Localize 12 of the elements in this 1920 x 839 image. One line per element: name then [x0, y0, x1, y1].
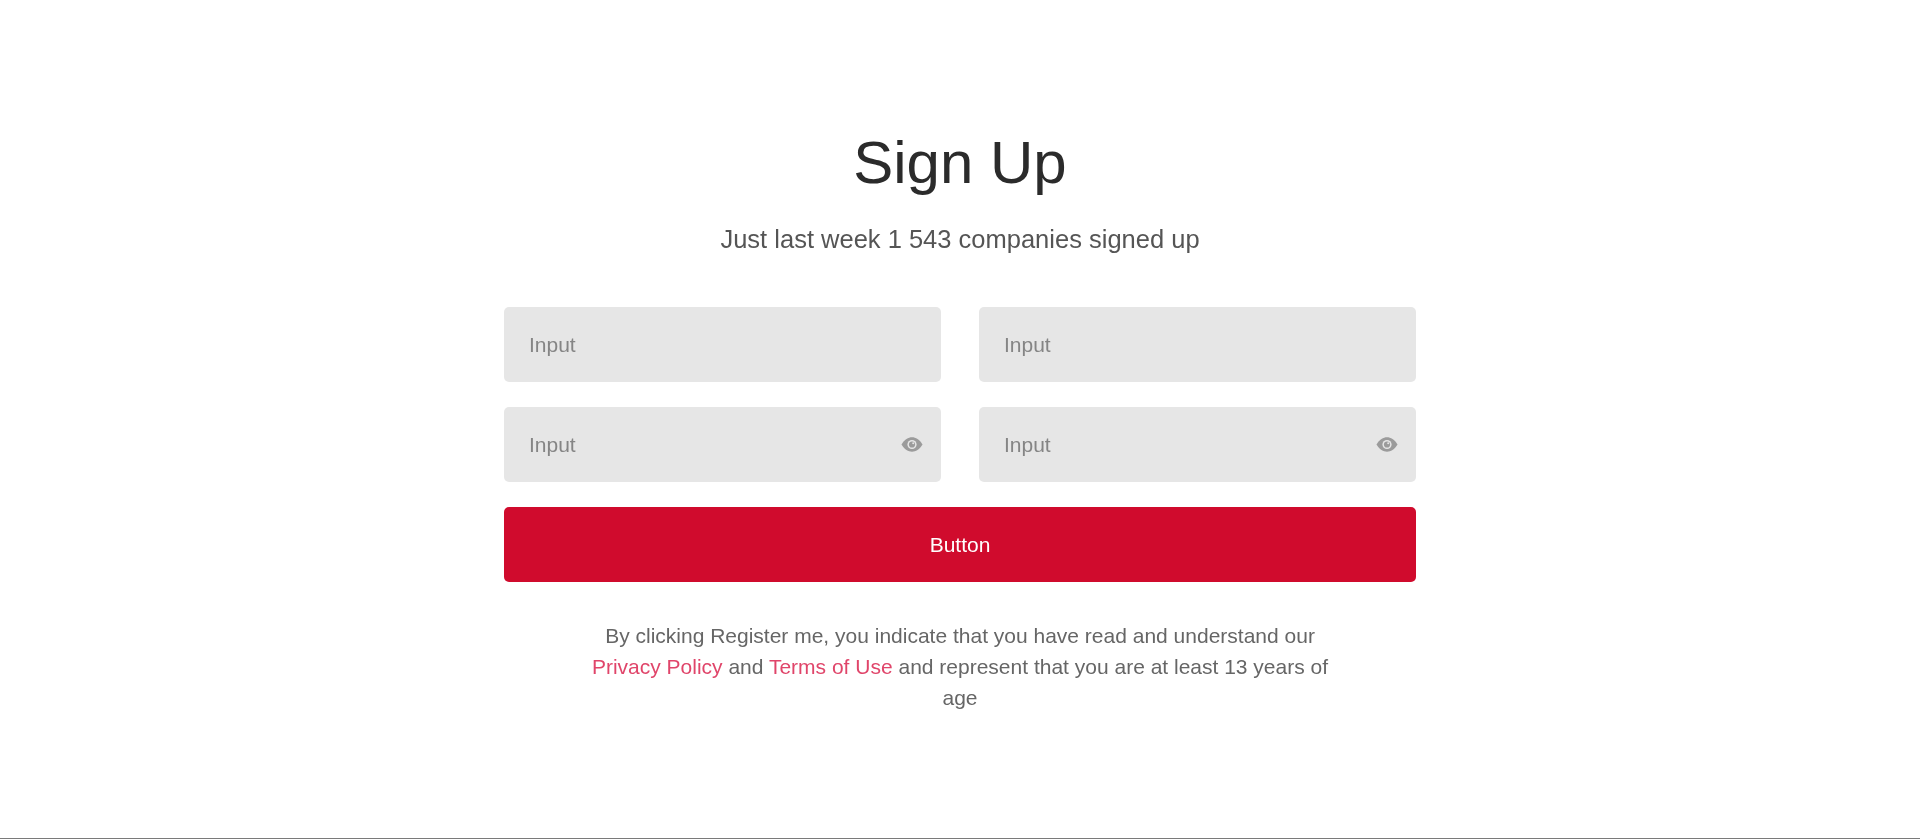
legal-notice: By clicking Register me, you indicate that you have read and understand our Privacy Policy and Terms of Use and represent that you are at least 13 years of age: [590, 623, 1330, 711]
input-field[interactable]: Input: [979, 307, 1416, 382]
input-field[interactable]: Input: [979, 407, 1416, 482]
legal-link[interactable]: Terms of Use: [768, 655, 893, 678]
input-field[interactable]: Input: [504, 307, 941, 382]
legal-link[interactable]: Privacy Policy: [591, 655, 723, 678]
page-title: Sign Up: [853, 128, 1067, 198]
input-field[interactable]: Input: [504, 407, 941, 482]
eye-icon[interactable]: [901, 437, 923, 452]
submit-button[interactable]: Button: [504, 507, 1416, 582]
subtitle: Just last week 1 543 companies signed up: [720, 224, 1200, 255]
eye-icon[interactable]: [1376, 437, 1398, 452]
